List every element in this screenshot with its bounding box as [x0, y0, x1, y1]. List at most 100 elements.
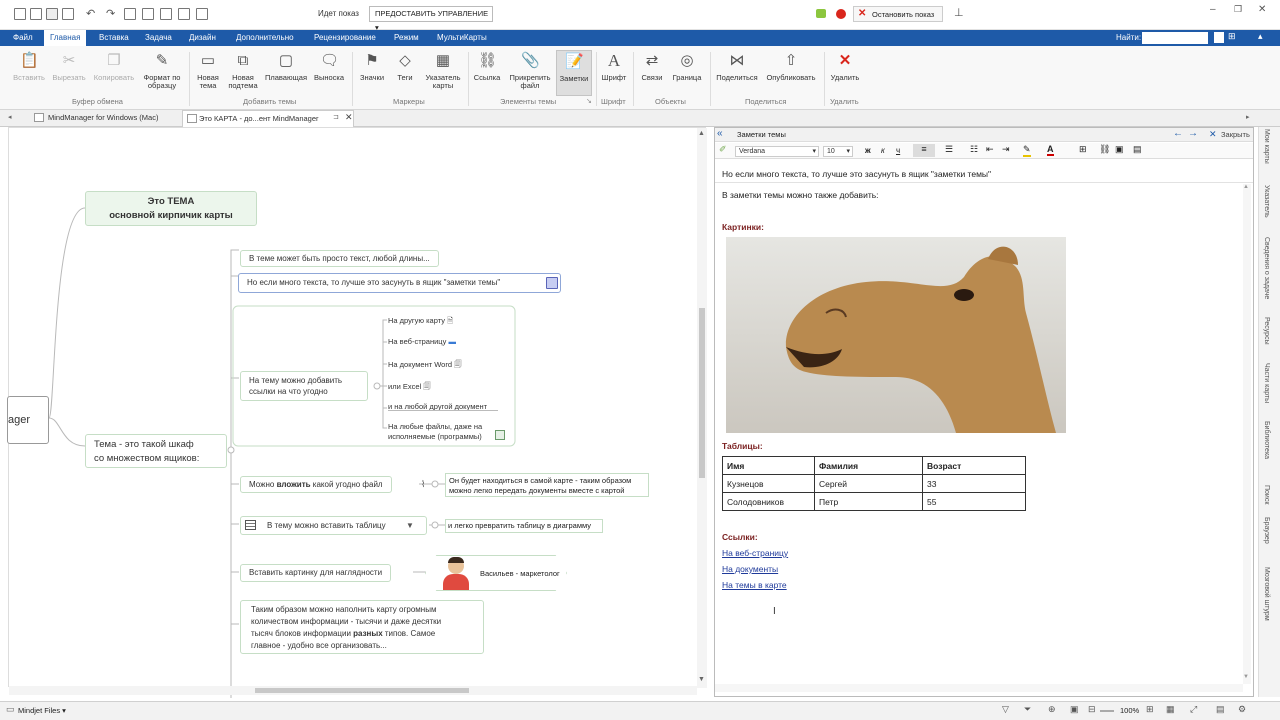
- close-notes-icon[interactable]: ✕: [1209, 129, 1217, 140]
- undo-icon[interactable]: ↶: [86, 7, 95, 20]
- strip-my-maps[interactable]: Мои карты: [1263, 129, 1270, 164]
- horizontal-scrollbar[interactable]: [9, 686, 697, 695]
- notes-table[interactable]: Имя Фамилия Возраст Кузнецов Сергей 33 Солод…: [722, 456, 1026, 511]
- notes-subtopic-selected[interactable]: Но если много текста, то лучше это засун…: [238, 273, 561, 293]
- vertical-scroll-thumb[interactable]: [699, 308, 705, 478]
- new-topic-button[interactable]: ▭ Новая тема: [192, 52, 224, 90]
- numbered-list-icon[interactable]: ☰: [945, 144, 953, 155]
- next-topic-icon[interactable]: →: [1188, 128, 1198, 139]
- zoom-out-icon[interactable]: ⊟: [1088, 704, 1096, 715]
- shkaf-topic[interactable]: Тема - это такой шкаф со множеством ящик…: [85, 434, 227, 468]
- attach-subtopic[interactable]: Можно вложить какой угодно файл: [240, 476, 392, 493]
- funnel-icon[interactable]: ⏷: [1024, 704, 1031, 715]
- scroll-up-icon[interactable]: ▲: [1243, 184, 1249, 190]
- tags-button[interactable]: ◇ Теги: [390, 52, 420, 82]
- notes-button[interactable]: 📝 Заметки: [556, 50, 592, 96]
- notes-icon[interactable]: [546, 277, 558, 289]
- link-any-files[interactable]: На любые файлы, даже на исполняемые (про…: [388, 422, 482, 442]
- table-callout[interactable]: и легко превратить таблицу в диаграмму: [445, 519, 603, 533]
- search-input[interactable]: [1142, 32, 1208, 44]
- table-cell[interactable]: Сергей: [814, 474, 923, 493]
- vertical-scrollbar[interactable]: ▲ ▼: [697, 128, 707, 688]
- tab-advanced[interactable]: Дополнительно: [236, 33, 294, 42]
- window-layout-icon[interactable]: ▦: [1166, 704, 1175, 715]
- minimize-icon[interactable]: –: [1210, 4, 1216, 15]
- new-subtopic-button[interactable]: ⧉ Новая подтема: [226, 52, 260, 90]
- floating-topic-button[interactable]: ▢ Плавающая: [263, 52, 309, 82]
- save-icon[interactable]: [46, 8, 58, 20]
- align-left-icon[interactable]: ≡: [913, 144, 935, 157]
- tab-design[interactable]: Дизайн: [189, 33, 216, 42]
- attach-callout[interactable]: Он будет находиться в самой карте - таки…: [445, 473, 649, 497]
- horizontal-scroll-thumb[interactable]: [255, 688, 469, 693]
- callout-button[interactable]: 🗨 Выноска: [311, 52, 347, 82]
- strip-brainstorm[interactable]: Мозговой штурм: [1263, 567, 1270, 621]
- font-button[interactable]: A Шрифт: [598, 52, 630, 82]
- main-topic[interactable]: Это ТЕМА основной кирпичик карты: [85, 191, 257, 226]
- window-close-icon[interactable]: ✕: [1258, 4, 1266, 15]
- tools-icon[interactable]: [160, 8, 172, 20]
- pin-icon[interactable]: ⊥: [954, 6, 964, 19]
- chat-icon[interactable]: [816, 9, 826, 18]
- ribbon-options-icon[interactable]: [1214, 32, 1224, 43]
- highlight-icon[interactable]: ✎: [1023, 144, 1031, 157]
- collapse-pane-icon[interactable]: «: [717, 128, 723, 139]
- strip-map-parts[interactable]: Части карты: [1263, 363, 1270, 403]
- layout-options-icon[interactable]: ⊞: [1228, 31, 1236, 42]
- tab-task[interactable]: Задача: [145, 33, 172, 42]
- strip-resources[interactable]: Ресурсы: [1263, 317, 1270, 345]
- tab-home[interactable]: Главная: [44, 30, 87, 46]
- links-subtopic[interactable]: На тему можно добавить ссылки на что уго…: [240, 371, 368, 401]
- map-canvas[interactable]: ager Это ТЕМА основной кирпичик карты Те…: [7, 127, 707, 698]
- settings-icon[interactable]: ⚙: [1238, 704, 1246, 715]
- scroll-down-icon[interactable]: ▼: [698, 676, 705, 683]
- close-notes-label[interactable]: Закрыть: [1221, 130, 1250, 139]
- close-tab-icon[interactable]: ✕: [345, 112, 353, 123]
- tab-multimaps[interactable]: МультиКарты: [437, 33, 487, 42]
- fit-map-icon[interactable]: ⊕: [1048, 704, 1056, 715]
- notes-link-docs[interactable]: На документы: [722, 564, 778, 574]
- presentation-icon[interactable]: ▤: [1216, 704, 1225, 715]
- tab-file[interactable]: Файл: [13, 33, 33, 42]
- notes-link-topics[interactable]: На темы в карте: [722, 580, 787, 590]
- text-subtopic[interactable]: В теме может быть просто текст, любой дл…: [240, 250, 439, 267]
- delete-button[interactable]: ✕ Удалить: [828, 52, 862, 82]
- font-name-select[interactable]: Verdana ▾: [735, 146, 819, 157]
- dialog-launcher-icon[interactable]: ↘: [586, 97, 592, 105]
- doc-tab-2-active[interactable]: Это КАРТА - до...ент MindManager ⊐ ✕: [182, 110, 354, 127]
- pin-tab-icon[interactable]: ⊐: [333, 113, 339, 121]
- strip-index[interactable]: Указатель: [1263, 185, 1270, 218]
- table-cell[interactable]: 33: [922, 474, 1026, 493]
- map-pointer-button[interactable]: ▦ Указатель карты: [422, 52, 464, 90]
- insert-table-icon[interactable]: ⊞: [1079, 144, 1087, 155]
- link-word-doc[interactable]: На документ Word 🗐: [388, 359, 462, 372]
- strip-task-info[interactable]: Сведения о задаче: [1263, 237, 1270, 299]
- italic-icon[interactable]: к: [881, 146, 885, 155]
- dropdown-arrow-icon[interactable]: ▼: [406, 517, 414, 534]
- help-icon[interactable]: [124, 8, 136, 20]
- notes-horizontal-scrollbar[interactable]: [715, 684, 1243, 692]
- summary-subtopic[interactable]: Таким образом можно наполнить карту огро…: [240, 600, 484, 654]
- publish-button[interactable]: ⇧ Опубликовать: [764, 52, 818, 82]
- paperclip-icon[interactable]: ⌇: [421, 479, 425, 490]
- zoom-in-icon[interactable]: ⊞: [1146, 704, 1154, 715]
- full-screen-icon[interactable]: ⤢: [1190, 704, 1197, 715]
- font-size-select[interactable]: 10 ▾: [823, 146, 853, 157]
- collapse-ribbon-icon[interactable]: ▴: [1258, 31, 1263, 42]
- grant-control-dropdown[interactable]: ПРЕДОСТАВИТЬ УПРАВЛЕНИЕ ▾: [369, 6, 493, 32]
- icons-button[interactable]: ⚑ Значки: [356, 52, 388, 82]
- redo-icon[interactable]: ↷: [106, 7, 115, 20]
- table-cell[interactable]: 55: [922, 492, 1026, 511]
- filter-icon[interactable]: ▽: [1002, 704, 1009, 715]
- bullet-list-icon[interactable]: ☷: [970, 144, 978, 155]
- notes-vertical-scrollbar[interactable]: ▲ ▼: [1243, 184, 1251, 684]
- insert-link-icon[interactable]: ⛓: [1099, 144, 1110, 155]
- tab-review[interactable]: Рецензирование: [314, 33, 376, 42]
- insert-image-icon[interactable]: ▣: [1115, 144, 1124, 155]
- tab-insert[interactable]: Вставка: [99, 33, 129, 42]
- more-format-icon[interactable]: ▤: [1133, 144, 1142, 155]
- bold-icon[interactable]: ж: [865, 146, 871, 155]
- table-header-cell[interactable]: Фамилия: [814, 456, 923, 475]
- swap-icon[interactable]: [178, 8, 190, 20]
- person-topic[interactable]: Васильев - маркетолог: [425, 555, 567, 591]
